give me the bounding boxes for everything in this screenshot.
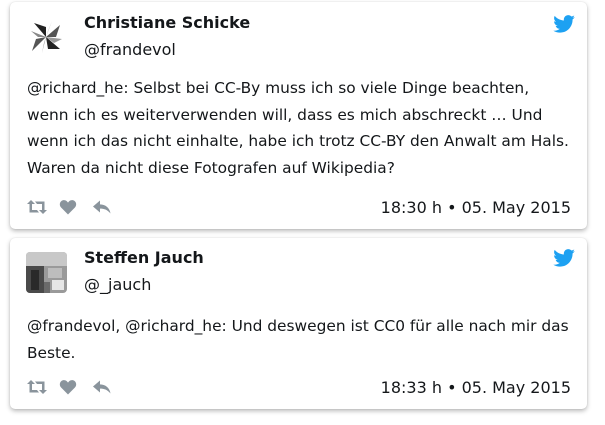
tweet-text: @frandevol, @richard_he: Und deswegen is… bbox=[27, 317, 569, 362]
retweet-icon[interactable] bbox=[26, 199, 48, 215]
twitter-bird-icon[interactable] bbox=[553, 15, 575, 33]
tweet-card: Steffen Jauch @_jauch @frandevol, @richa… bbox=[10, 238, 587, 409]
tweet-actions bbox=[26, 199, 123, 215]
twitter-bird-icon[interactable] bbox=[553, 249, 575, 267]
like-heart-icon[interactable] bbox=[59, 379, 77, 395]
tweet-timestamp[interactable]: 18:30 h • 05. May 2015 bbox=[381, 198, 571, 217]
reply-icon[interactable] bbox=[92, 199, 112, 215]
tweet-card: Christiane Schicke @frandevol @richard_h… bbox=[10, 2, 587, 229]
like-heart-icon[interactable] bbox=[59, 199, 77, 215]
author-name[interactable]: Steffen Jauch bbox=[84, 248, 204, 267]
tweet-timestamp[interactable]: 18:33 h • 05. May 2015 bbox=[381, 378, 571, 397]
author-handle[interactable]: @frandevol bbox=[84, 40, 176, 59]
reply-icon[interactable] bbox=[92, 379, 112, 395]
author-handle[interactable]: @_jauch bbox=[84, 275, 151, 294]
tweet-text: @richard_he: Selbst bei CC-By muss ich s… bbox=[27, 79, 569, 177]
retweet-icon[interactable] bbox=[26, 379, 48, 395]
author-name[interactable]: Christiane Schicke bbox=[84, 13, 250, 32]
avatar[interactable] bbox=[26, 252, 67, 293]
avatar[interactable] bbox=[26, 17, 67, 58]
tweet-actions bbox=[26, 379, 123, 395]
